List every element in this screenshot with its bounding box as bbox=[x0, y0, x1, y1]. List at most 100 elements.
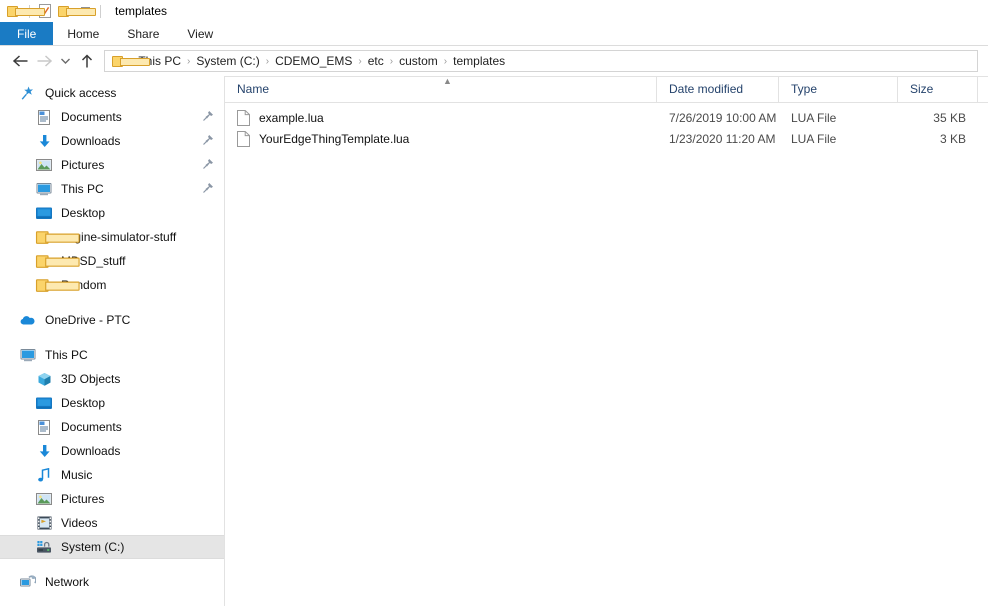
sidebar-item-documents-pc[interactable]: Documents bbox=[0, 415, 224, 439]
tab-file[interactable]: File bbox=[0, 22, 53, 45]
sidebar-item-documents[interactable]: Documents bbox=[0, 105, 224, 129]
sidebar-item-label: Documents bbox=[61, 420, 122, 434]
documents-icon bbox=[36, 419, 52, 435]
file-type: LUA File bbox=[779, 132, 898, 146]
file-name-text: example.lua bbox=[259, 111, 324, 125]
sidebar-group-onedrive[interactable]: OneDrive - PTC bbox=[0, 308, 224, 332]
sidebar-item-label: Videos bbox=[61, 516, 97, 530]
sort-ascending-indicator: ▲ bbox=[443, 77, 452, 86]
table-row[interactable]: YourEdgeThingTemplate.lua 1/23/2020 11:2… bbox=[225, 128, 988, 149]
file-list-pane: ▲ Name Date modified Type Size example.l… bbox=[225, 76, 988, 606]
chevron-down-icon bbox=[60, 57, 71, 65]
pin-icon[interactable] bbox=[202, 134, 214, 146]
sidebar-spacer bbox=[0, 559, 224, 570]
breadcrumb-cdemo-ems[interactable]: CDEMO_EMS bbox=[270, 54, 357, 68]
table-row[interactable]: example.lua 7/26/2019 10:00 AM LUA File … bbox=[225, 107, 988, 128]
sidebar-item-label: Downloads bbox=[61, 444, 120, 458]
pin-icon[interactable] bbox=[202, 182, 214, 194]
file-size: 3 KB bbox=[898, 132, 978, 146]
sidebar-item-label: Downloads bbox=[61, 134, 120, 148]
sidebar-item-3d-objects[interactable]: 3D Objects bbox=[0, 367, 224, 391]
up-button[interactable] bbox=[75, 49, 99, 73]
column-header-type[interactable]: Type bbox=[779, 76, 898, 102]
recent-locations-button[interactable] bbox=[56, 49, 75, 73]
column-header-row: ▲ Name Date modified Type Size bbox=[225, 76, 988, 103]
pin-icon[interactable] bbox=[202, 110, 214, 122]
sidebar-group-network[interactable]: Network bbox=[0, 570, 224, 594]
sidebar-item-label: 3D Objects bbox=[61, 372, 120, 386]
sidebar-item-engine-simulator-stuff[interactable]: engine-simulator-stuff bbox=[0, 225, 224, 249]
arrow-up-icon bbox=[80, 54, 94, 69]
column-header-name[interactable]: Name bbox=[225, 76, 657, 102]
sidebar-item-label: Music bbox=[61, 468, 92, 482]
desktop-icon bbox=[36, 395, 52, 411]
videos-icon bbox=[36, 515, 52, 531]
main-area: Quick access Documents D bbox=[0, 76, 988, 606]
back-button[interactable] bbox=[8, 49, 32, 73]
column-header-date-modified[interactable]: Date modified bbox=[657, 76, 779, 102]
pin-icon[interactable] bbox=[202, 158, 214, 170]
tab-home[interactable]: Home bbox=[53, 22, 113, 45]
forward-button bbox=[32, 49, 56, 73]
quick-access-toolbar bbox=[4, 1, 106, 21]
folder-icon bbox=[36, 277, 52, 293]
title-bar: templates bbox=[0, 0, 988, 22]
file-name-text: YourEdgeThingTemplate.lua bbox=[259, 132, 409, 146]
sidebar-item-downloads[interactable]: Downloads bbox=[0, 129, 224, 153]
sidebar-item-label: Desktop bbox=[61, 396, 105, 410]
sidebar-item-videos[interactable]: Videos bbox=[0, 511, 224, 535]
header-top-divider bbox=[225, 76, 988, 77]
downloads-icon bbox=[36, 443, 52, 459]
column-header-size[interactable]: Size bbox=[898, 76, 978, 102]
sidebar-item-pictures[interactable]: Pictures bbox=[0, 153, 224, 177]
file-icon bbox=[237, 110, 250, 126]
file-rows: example.lua 7/26/2019 10:00 AM LUA File … bbox=[225, 103, 988, 149]
window-title: templates bbox=[115, 4, 167, 18]
breadcrumb-templates[interactable]: templates bbox=[448, 54, 510, 68]
sidebar-item-desktop-pc[interactable]: Desktop bbox=[0, 391, 224, 415]
file-type: LUA File bbox=[779, 111, 898, 125]
sidebar-group-quick-access[interactable]: Quick access bbox=[0, 81, 224, 105]
folder-icon bbox=[36, 253, 52, 269]
star-pin-icon bbox=[20, 85, 36, 101]
navigation-pane: Quick access Documents D bbox=[0, 76, 225, 606]
network-icon bbox=[20, 574, 36, 590]
sidebar-item-label: Desktop bbox=[61, 206, 105, 220]
sidebar-item-this-pc[interactable]: This PC bbox=[0, 177, 224, 201]
sidebar-item-random[interactable]: Random bbox=[0, 273, 224, 297]
sidebar-item-label: Documents bbox=[61, 110, 122, 124]
folder-icon bbox=[36, 229, 52, 245]
tab-view[interactable]: View bbox=[173, 22, 227, 45]
new-folder-icon bbox=[58, 5, 72, 17]
folder-icon bbox=[7, 5, 21, 17]
tab-share[interactable]: Share bbox=[113, 22, 173, 45]
arrow-right-icon bbox=[36, 54, 53, 68]
qat-folder-icon[interactable] bbox=[4, 1, 24, 21]
sidebar-item-mdsd-stuff[interactable]: MDSD_stuff bbox=[0, 249, 224, 273]
sidebar-group-label: This PC bbox=[45, 348, 88, 362]
file-date-modified: 1/23/2020 11:20 AM bbox=[657, 132, 779, 146]
sidebar-item-downloads-pc[interactable]: Downloads bbox=[0, 439, 224, 463]
file-size: 35 KB bbox=[898, 111, 978, 125]
sidebar-item-label: This PC bbox=[61, 182, 104, 196]
sidebar-group-this-pc[interactable]: This PC bbox=[0, 343, 224, 367]
sidebar-item-pictures-pc[interactable]: Pictures bbox=[0, 487, 224, 511]
desktop-icon bbox=[36, 205, 52, 221]
sidebar-item-music[interactable]: Music bbox=[0, 463, 224, 487]
qat-new-folder-icon[interactable] bbox=[55, 1, 75, 21]
file-date-modified: 7/26/2019 10:00 AM bbox=[657, 111, 779, 125]
breadcrumb-etc[interactable]: etc bbox=[363, 54, 389, 68]
downloads-icon bbox=[36, 133, 52, 149]
sidebar-item-system-c[interactable]: System (C:) bbox=[0, 535, 224, 559]
breadcrumb-system-c[interactable]: System (C:) bbox=[191, 54, 264, 68]
sidebar-item-desktop[interactable]: Desktop bbox=[0, 201, 224, 225]
sidebar-spacer bbox=[0, 332, 224, 343]
breadcrumb-custom[interactable]: custom bbox=[394, 54, 443, 68]
3d-objects-icon bbox=[36, 371, 52, 387]
music-icon bbox=[36, 467, 52, 483]
pictures-icon bbox=[36, 491, 52, 507]
file-icon bbox=[237, 131, 250, 147]
sidebar-group-label: OneDrive - PTC bbox=[45, 313, 130, 327]
breadcrumb-path-bar[interactable]: › This PC › System (C:) › CDEMO_EMS › et… bbox=[104, 50, 978, 72]
ribbon-tab-bar: File Home Share View bbox=[0, 22, 988, 46]
